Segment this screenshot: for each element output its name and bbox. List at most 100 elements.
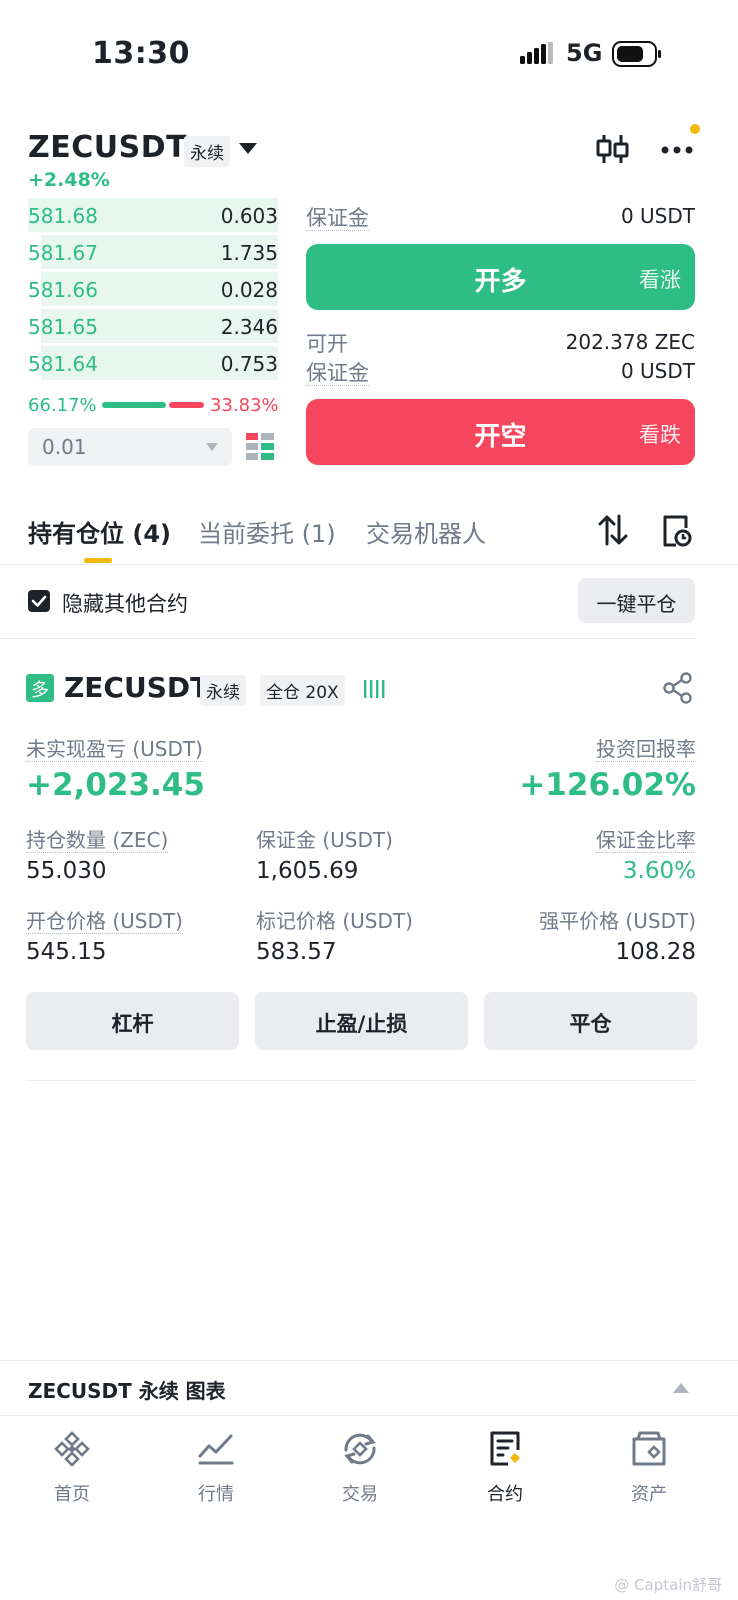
leverage-button[interactable]: 杠杆 <box>26 992 239 1050</box>
entry-price-value: 545.15 <box>26 939 107 965</box>
orderbook-price: 581.64 <box>28 352 98 376</box>
hide-other-checkbox[interactable] <box>28 590 50 612</box>
orderbook-row[interactable]: 581.66 0.028 <box>28 272 278 306</box>
open-long-button[interactable]: 开多 看涨 <box>306 244 695 310</box>
notification-dot <box>690 124 700 134</box>
nav-home-label: 首页 <box>54 1484 90 1505</box>
network-type: 5G <box>566 39 603 67</box>
orderbook-price: 581.66 <box>28 278 98 302</box>
candlestick-icon[interactable] <box>596 132 630 166</box>
sell-ratio-bar <box>169 402 204 408</box>
orderbook-row[interactable]: 581.68 0.603 <box>28 198 278 232</box>
home-icon <box>54 1431 90 1467</box>
margin-label: 保证金 <box>306 206 369 231</box>
open-short-label: 开空 <box>474 422 527 452</box>
nav-trade[interactable]: 交易 <box>310 1420 410 1506</box>
position-type-badge: 永续 <box>200 675 246 706</box>
status-time: 13:30 <box>92 36 190 71</box>
check-icon <box>31 595 47 607</box>
buy-ratio: 66.17% <box>28 395 97 416</box>
orderbook-row[interactable]: 581.64 0.753 <box>28 346 278 380</box>
orderbook-layout-icon[interactable] <box>246 432 276 462</box>
position-size-label: 持仓数量 (ZEC) <box>26 828 169 853</box>
orderbook-qty: 2.346 <box>220 315 278 339</box>
margin-value-2: 0 USDT <box>620 359 695 383</box>
margin-label-2: 保证金 <box>306 361 369 386</box>
dropdown-caret-icon[interactable] <box>238 142 258 156</box>
more-icon[interactable] <box>660 136 698 164</box>
nav-futures-label: 合约 <box>487 1484 523 1505</box>
can-open-label: 可开 <box>306 332 348 356</box>
nav-futures[interactable]: 合约 <box>455 1420 555 1506</box>
symbol-title[interactable]: ZECUSDT <box>28 130 187 165</box>
chevron-down-icon <box>206 443 218 451</box>
orderbook-price: 581.65 <box>28 315 98 339</box>
margin-ratio-value: 3.60% <box>622 858 696 884</box>
trade-icon <box>344 1433 376 1465</box>
adl-indicator-icon <box>364 680 385 698</box>
divider <box>0 1360 738 1361</box>
divider <box>0 564 738 565</box>
position-margin-value: 1,605.69 <box>256 858 359 884</box>
nav-assets[interactable]: 资产 <box>599 1420 699 1506</box>
precision-value: 0.01 <box>42 435 87 459</box>
nav-home[interactable]: 首页 <box>22 1420 122 1506</box>
divider <box>0 638 696 639</box>
contract-type-badge: 永续 <box>184 136 230 167</box>
divider <box>26 1080 696 1081</box>
sell-ratio: 33.83% <box>210 395 279 416</box>
orderbook-price: 581.68 <box>28 204 98 228</box>
long-side-badge: 多 <box>26 674 54 702</box>
price-change: +2.48% <box>28 169 110 191</box>
open-short-sub: 看跌 <box>639 423 681 447</box>
open-short-button[interactable]: 开空 看跌 <box>306 399 695 465</box>
watermark: @ Captain舒哥 <box>614 1576 722 1594</box>
orderbook-qty: 0.753 <box>220 352 278 376</box>
sort-icon[interactable] <box>598 514 628 546</box>
orderbook-row[interactable]: 581.67 1.735 <box>28 235 278 269</box>
markets-icon <box>198 1434 234 1465</box>
can-open-value: 202.378 ZEC <box>565 330 695 354</box>
orderbook-qty: 1.735 <box>220 241 278 265</box>
signal-icon <box>520 42 553 64</box>
liq-price-value: 108.28 <box>615 939 696 965</box>
orderbook-qty: 0.603 <box>220 204 278 228</box>
liq-price-label: 强平价格 (USDT) <box>539 909 696 933</box>
margin-value: 0 USDT <box>620 204 695 228</box>
close-position-button[interactable]: 平仓 <box>484 992 697 1050</box>
mark-price-label: 标记价格 (USDT) <box>256 909 413 933</box>
share-icon[interactable] <box>662 672 694 704</box>
hide-other-label[interactable]: 隐藏其他合约 <box>62 588 188 618</box>
unrealized-pnl-label: 未实现盈亏 (USDT) <box>26 737 203 762</box>
active-tab-indicator <box>84 558 112 563</box>
tab-trading-bots[interactable]: 交易机器人 <box>366 514 486 549</box>
divider <box>0 1415 738 1416</box>
margin-mode-badge[interactable]: 全仓 20X <box>260 675 345 706</box>
margin-ratio-label: 保证金比率 <box>596 828 696 853</box>
buy-ratio-bar <box>102 402 166 408</box>
roi-label: 投资回报率 <box>596 737 696 762</box>
open-long-sub: 看涨 <box>639 268 681 292</box>
position-symbol[interactable]: ZECUSDT <box>64 671 209 704</box>
orderbook-qty: 0.028 <box>220 278 278 302</box>
tab-positions[interactable]: 持有仓位 (4) <box>28 514 171 549</box>
open-long-label: 开多 <box>474 267 527 297</box>
history-icon[interactable] <box>662 514 692 548</box>
tp-sl-button[interactable]: 止盈/止损 <box>255 992 468 1050</box>
nav-markets-label: 行情 <box>198 1484 234 1505</box>
tab-open-orders[interactable]: 当前委托 (1) <box>198 514 336 549</box>
nav-trade-label: 交易 <box>342 1484 378 1505</box>
orderbook-price: 581.67 <box>28 241 98 265</box>
nav-markets[interactable]: 行情 <box>166 1420 266 1506</box>
chevron-up-icon[interactable] <box>673 1382 689 1393</box>
chart-toggle-label[interactable]: ZECUSDT 永续 图表 <box>28 1375 226 1404</box>
entry-price-label: 开仓价格 (USDT) <box>26 909 183 934</box>
position-margin-label: 保证金 (USDT) <box>256 828 393 852</box>
unrealized-pnl-value: +2,023.45 <box>26 767 205 803</box>
roi-value: +126.02% <box>519 767 696 803</box>
orderbook-row[interactable]: 581.65 2.346 <box>28 309 278 343</box>
close-all-button[interactable]: 一键平仓 <box>578 578 695 623</box>
precision-select[interactable]: 0.01 <box>28 428 232 466</box>
wallet-icon <box>632 1431 666 1466</box>
position-size-value: 55.030 <box>26 858 107 884</box>
